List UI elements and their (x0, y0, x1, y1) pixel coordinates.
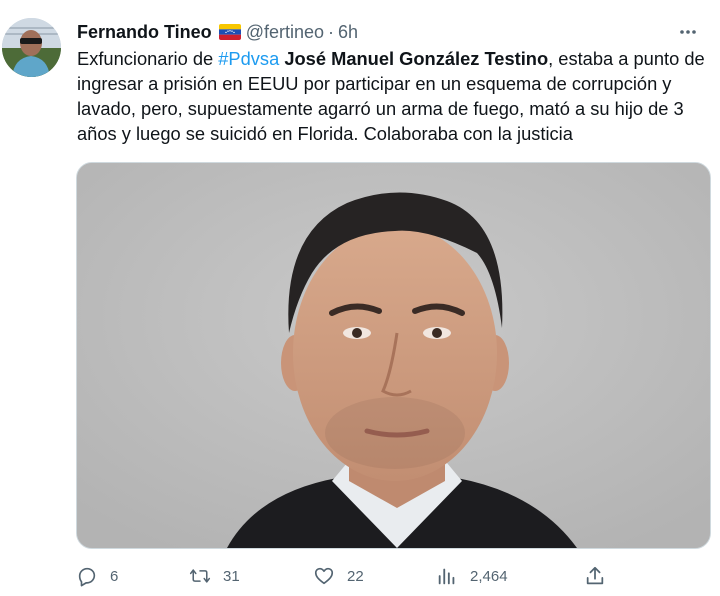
reply-button[interactable]: 6 (76, 560, 189, 592)
retweet-icon (189, 565, 211, 587)
retweet-button[interactable]: 31 (189, 560, 313, 592)
heart-icon (313, 565, 335, 587)
reply-count: 6 (110, 567, 119, 585)
tweet-card[interactable]: Fernando Tineo @fertineo · 6h Exfunciona… (0, 0, 720, 596)
separator-dot: · (328, 22, 334, 42)
user-handle[interactable]: @fertineo (246, 19, 324, 45)
venezuela-flag-icon (218, 24, 241, 40)
like-count: 22 (347, 567, 364, 585)
tweet-header: Fernando Tineo @fertineo · 6h (77, 19, 358, 45)
more-options-icon[interactable] (676, 20, 700, 44)
like-button[interactable]: 22 (313, 560, 436, 592)
views-chart-icon (436, 565, 458, 587)
tweet-text: Exfuncionario de #Pdvsa José Manuel Gonz… (77, 46, 713, 146)
share-button[interactable] (584, 560, 614, 592)
tweet-actions: 6 31 22 2,464 (76, 560, 636, 592)
reply-icon (76, 565, 98, 587)
hashtag-link[interactable]: #Pdvsa (218, 48, 279, 69)
views-button[interactable]: 2,464 (436, 560, 584, 592)
tweet-photo[interactable] (76, 162, 711, 549)
timestamp[interactable]: 6h (338, 19, 358, 45)
tweet-bold-name: José Manuel González Testino (284, 48, 549, 69)
display-name[interactable]: Fernando Tineo (77, 19, 212, 45)
retweet-count: 31 (223, 567, 240, 585)
tweet-text-prefix: Exfuncionario de (77, 48, 219, 69)
share-icon (584, 565, 606, 587)
views-count: 2,464 (470, 567, 508, 585)
avatar[interactable] (2, 18, 61, 77)
